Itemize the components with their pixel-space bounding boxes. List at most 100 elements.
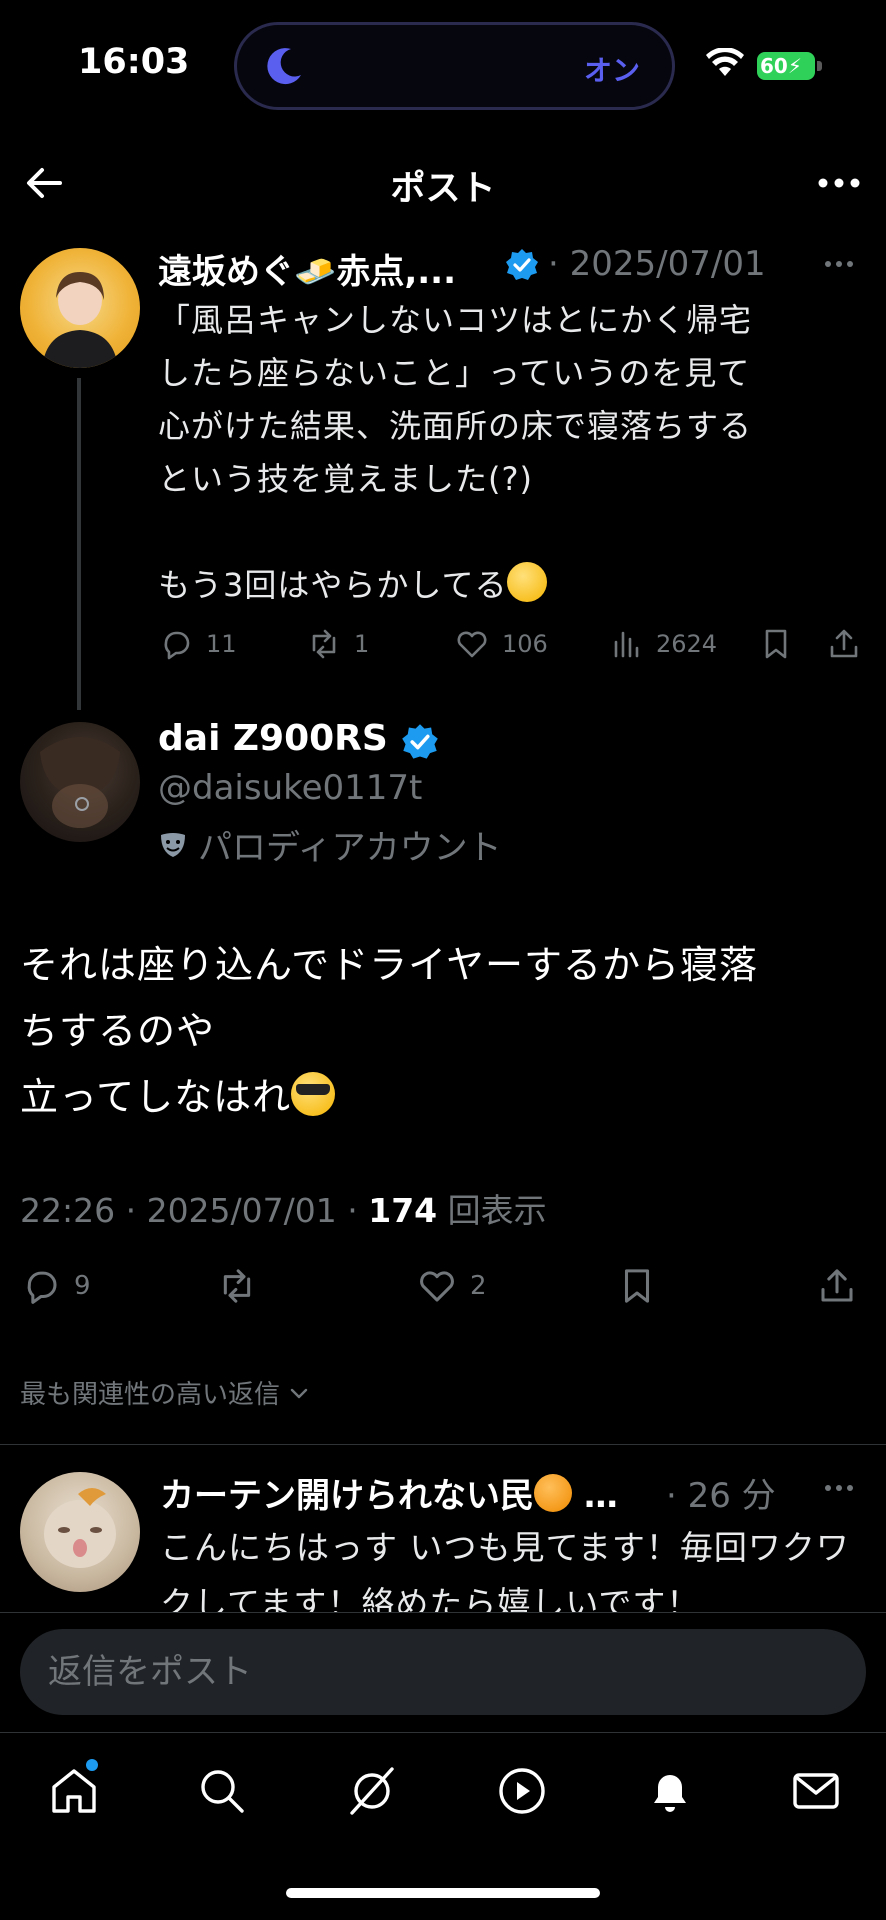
more-horizontal-icon[interactable]: [822, 1476, 856, 1500]
repost-icon: [223, 1269, 251, 1303]
views-button[interactable]: 2624: [608, 622, 717, 666]
tab-messages[interactable]: [788, 1763, 844, 1819]
status-bar: 16:03 オン 60⚡: [0, 0, 886, 130]
reply-count: 9: [74, 1271, 91, 1301]
parent-post-header: 遠坂めぐ🧈赤点,... · 2025/07/01: [158, 244, 868, 292]
status-time: 16:03: [78, 42, 190, 82]
tab-home[interactable]: [46, 1763, 102, 1819]
post-header: ポスト: [0, 130, 886, 235]
text-line: 「風呂キャンしないコツはとにかく帰宅: [158, 301, 753, 339]
bookmark-icon: [624, 1269, 650, 1303]
reply-icon: [27, 1271, 57, 1304]
repost-button[interactable]: [216, 1264, 258, 1308]
tab-grok[interactable]: [344, 1763, 400, 1819]
post-date: · 2025/07/01: [548, 244, 766, 284]
share-button[interactable]: [826, 622, 862, 666]
text-line: ちするのや: [20, 1009, 216, 1053]
home-icon: [52, 1769, 96, 1813]
main-post-actions: 9 2: [20, 1264, 866, 1314]
more-horizontal-icon[interactable]: [814, 160, 864, 206]
angry-face-emoji: [534, 1474, 572, 1512]
avatar-image: [44, 1488, 116, 1568]
post-timestamp: 22:26 · 2025/07/01 ·: [20, 1191, 369, 1230]
avatar[interactable]: [20, 1472, 140, 1592]
share-icon: [830, 629, 858, 658]
reply-count: 11: [206, 630, 237, 658]
reply-sort-dropdown[interactable]: 最も関連性の高い返信: [20, 1374, 312, 1411]
bookmark-button[interactable]: [616, 1264, 658, 1308]
parent-post-actions: 11 1 106 2624: [158, 622, 868, 666]
like-button[interactable]: 2: [416, 1264, 487, 1308]
page-title: ポスト: [390, 169, 496, 209]
reply-bar: 返信をポスト: [0, 1612, 886, 1732]
repost-icon: [312, 629, 336, 659]
reply-button[interactable]: 11: [158, 622, 237, 666]
dynamic-island-focus[interactable]: オン: [234, 22, 675, 110]
like-button[interactable]: 106: [454, 622, 548, 666]
text-line: という技を覚えました(?): [158, 460, 533, 498]
author-name[interactable]: dai Z900RS: [158, 718, 388, 759]
parody-label: パロディアカウント: [158, 820, 502, 869]
focus-on-label: オン: [583, 54, 640, 87]
parent-post-text: 「風呂キャンしないコツはとにかく帰宅 したら座らないこと」っていうのを見て 心が…: [158, 294, 858, 612]
post-meta: 22:26 · 2025/07/01 · 174 回表示: [20, 1184, 547, 1232]
verified-badge-icon: [506, 249, 538, 280]
text-line: したら座らないこと」っていうのを見て: [158, 354, 751, 392]
like-count: 2: [470, 1271, 487, 1301]
repost-button[interactable]: 1: [306, 622, 369, 666]
like-count: 106: [502, 630, 548, 658]
reply-sort-label: 最も関連性の高い返信: [20, 1380, 281, 1410]
share-button[interactable]: [816, 1264, 858, 1308]
video-icon: [499, 1768, 545, 1814]
view-count[interactable]: 174: [368, 1191, 437, 1230]
author-name[interactable]: カーテン開けられない民 …: [160, 1468, 618, 1517]
tired-face-emoji: [507, 562, 548, 602]
bookmark-icon: [765, 629, 787, 659]
home-indicator: [286, 1888, 600, 1898]
avatar[interactable]: [20, 722, 140, 842]
parody-account-text: パロディアカウント: [198, 828, 502, 868]
tab-search[interactable]: [194, 1763, 250, 1819]
text-line: それは座り込んでドライヤーするから寝落: [20, 943, 758, 987]
avatar-image: [42, 272, 118, 368]
messages-icon: [793, 1773, 839, 1809]
battery-cap: [817, 61, 822, 71]
avatar-image: [40, 737, 120, 828]
notifications-icon: [654, 1775, 686, 1812]
reply-input[interactable]: 返信をポスト: [20, 1629, 866, 1715]
share-icon: [821, 1269, 853, 1302]
tab-notifications[interactable]: [642, 1763, 698, 1819]
sunglasses-emoji: [291, 1072, 336, 1116]
avatar[interactable]: [20, 248, 140, 368]
author-name-suffix: …: [572, 1476, 618, 1516]
grok-icon: [350, 1767, 394, 1815]
reply-icon: [164, 631, 190, 660]
verified-badge-icon: [402, 724, 438, 759]
theater-mask-icon: [161, 832, 185, 857]
view-count: 2624: [656, 630, 718, 658]
author-handle[interactable]: @daisuke0117t: [158, 768, 422, 808]
text-line: もう3回はやらかしてる: [158, 566, 508, 604]
thread-line: [77, 378, 81, 710]
reply-time: · 26 分: [666, 1476, 776, 1516]
wifi-icon: [706, 48, 744, 76]
moon-icon: [267, 48, 301, 85]
text-line: 心がけた結果、洗面所の床で寝落ちする: [158, 407, 753, 445]
text-line: 立ってしなはれ: [20, 1075, 292, 1119]
heart-icon: [457, 631, 487, 658]
notification-dot: [86, 1759, 98, 1771]
chevron-down-icon: [290, 1388, 308, 1398]
battery-level: 60: [760, 54, 788, 78]
author-name-text: カーテン開けられない民: [160, 1476, 534, 1516]
author-name[interactable]: 遠坂めぐ🧈赤点,...: [158, 244, 456, 293]
heart-icon: [420, 1271, 454, 1302]
reply-header: カーテン開けられない民 … · 26 分: [160, 1468, 866, 1516]
bookmark-button[interactable]: [758, 622, 794, 666]
main-post-text: それは座り込んでドライヤーするから寝落 ちするのや 立ってしなはれ: [20, 932, 866, 1130]
views-icon: [614, 631, 639, 658]
reply-button[interactable]: 9: [20, 1264, 91, 1308]
divider: [0, 1444, 886, 1445]
more-horizontal-icon[interactable]: [822, 252, 856, 276]
search-icon: [201, 1770, 244, 1813]
tab-video[interactable]: [494, 1763, 550, 1819]
